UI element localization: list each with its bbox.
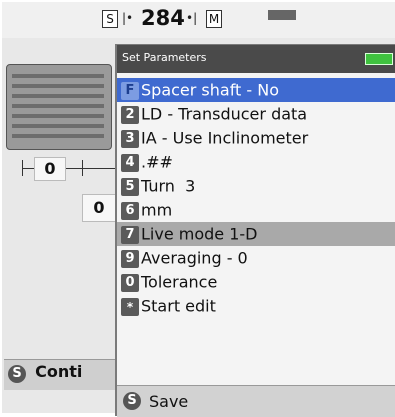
set-parameters-dialog: Set Parameters F Spacer shaft - No 2 LD - … <box>115 44 395 417</box>
menu-item-label: Live mode 1-D <box>141 224 258 244</box>
right-marker-box: M <box>206 10 222 28</box>
key-badge-icon: 9 <box>121 249 139 268</box>
star-key-icon: * <box>121 297 139 316</box>
menu-item-label: Spacer shaft - No <box>141 80 280 100</box>
ruler-tick <box>82 160 83 176</box>
menu-item-label: Start edit <box>141 296 216 316</box>
key-badge-icon: 3 <box>121 129 139 148</box>
top-status-bar: S |• 284 •| M <box>2 2 395 38</box>
motor-fin <box>12 84 104 88</box>
motor-fin <box>12 114 104 118</box>
motor-fin <box>12 134 104 138</box>
menu-item-live-mode[interactable]: 7 Live mode 1-D <box>117 222 395 246</box>
motor-fin <box>12 124 104 128</box>
menu-item-label: mm <box>141 200 173 220</box>
right-arrow-icon: •| <box>186 11 198 25</box>
left-marker-box: S <box>102 10 118 28</box>
motor-fin <box>12 104 104 108</box>
menu-item-tolerance[interactable]: 0 Tolerance <box>117 270 395 294</box>
key-badge-icon: S <box>123 392 141 410</box>
battery-icon <box>268 10 296 20</box>
menu-item-label: Turn 3 <box>141 176 196 196</box>
dimension-value-2[interactable]: 0 <box>82 194 116 222</box>
menu-item-averaging[interactable]: 9 Averaging - 0 <box>117 246 395 270</box>
dialog-title-bar: Set Parameters <box>117 45 395 73</box>
motor-fin <box>12 94 104 98</box>
key-badge-icon: F <box>121 81 139 100</box>
key-badge-icon: 4 <box>121 153 139 172</box>
key-badge-icon: 6 <box>121 201 139 220</box>
menu-item-start-edit[interactable]: * Start edit <box>117 294 395 318</box>
menu-item-inclinometer[interactable]: 3 IA - Use Inclinometer <box>117 126 395 150</box>
menu-item-label: Tolerance <box>141 272 218 292</box>
motor-illustration <box>6 50 118 158</box>
menu-item-units[interactable]: 6 mm <box>117 198 395 222</box>
menu-item-turn[interactable]: 5 Turn 3 <box>117 174 395 198</box>
save-softkey[interactable]: S Save <box>117 385 395 417</box>
distance-value: 284 <box>141 6 185 30</box>
menu-item-label: .## <box>141 152 173 172</box>
motor-fin <box>12 74 104 78</box>
save-label: Save <box>149 392 189 411</box>
continue-label: Conti <box>35 362 83 381</box>
key-badge-icon: 0 <box>121 273 139 292</box>
menu-item-decimals[interactable]: 4 .## <box>117 150 395 174</box>
battery-icon <box>365 53 393 65</box>
menu-item-label: Averaging - 0 <box>141 248 248 268</box>
menu-item-label: LD - Transducer data <box>141 104 308 124</box>
key-badge-icon: 7 <box>121 225 139 244</box>
key-badge-icon: 5 <box>121 177 139 196</box>
menu-item-label: IA - Use Inclinometer <box>141 128 309 148</box>
dialog-title: Set Parameters <box>122 51 207 64</box>
ruler-tick <box>22 160 23 176</box>
key-badge-icon: S <box>8 365 26 383</box>
dimension-value-1[interactable]: 0 <box>34 157 66 181</box>
menu-item-transducer-data[interactable]: 2 LD - Transducer data <box>117 102 395 126</box>
parameter-menu: F Spacer shaft - No 2 LD - Transducer data… <box>117 78 395 318</box>
menu-item-spacer-shaft[interactable]: F Spacer shaft - No <box>117 78 395 102</box>
continue-softkey[interactable]: S Conti <box>4 359 118 390</box>
left-arrow-icon: |• <box>122 11 134 25</box>
key-badge-icon: 2 <box>121 105 139 124</box>
